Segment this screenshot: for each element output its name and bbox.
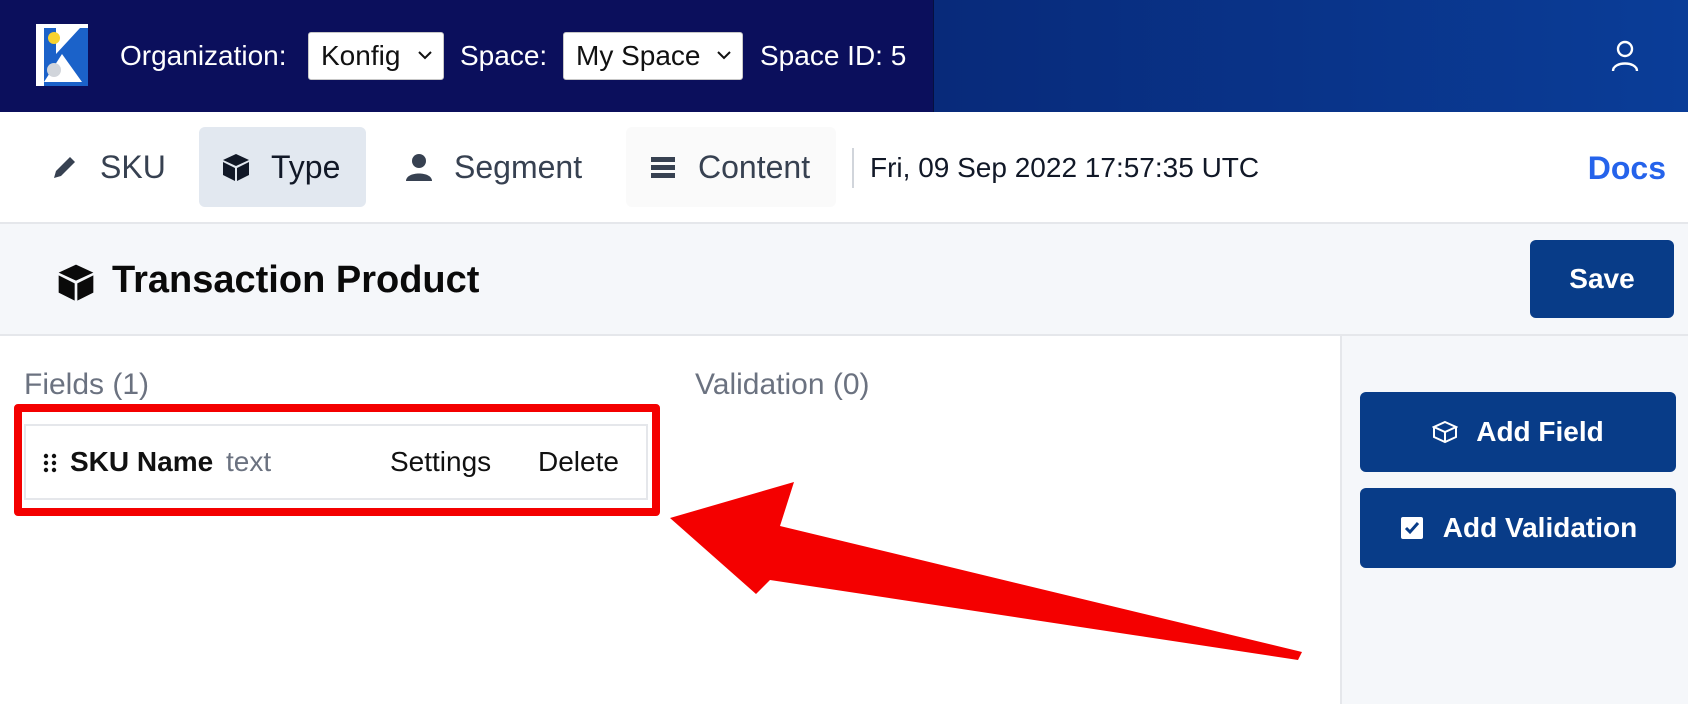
drag-handle-icon[interactable]: [42, 452, 58, 474]
docs-link[interactable]: Docs: [1588, 148, 1666, 188]
field-type: text: [226, 446, 272, 477]
page-header: Transaction Product Save: [0, 224, 1688, 336]
datetime: Fri, 09 Sep 2022 17:57:35 UTC: [870, 152, 1260, 183]
space-select[interactable]: My Space: [563, 32, 743, 80]
field-row: SKU Name text Settings Delete: [24, 424, 648, 500]
list-icon: [651, 157, 675, 178]
tab-type[interactable]: Type: [199, 127, 366, 207]
space-id: Space ID: 5: [760, 40, 907, 71]
chevron-down-icon: [418, 51, 432, 60]
chevron-down-icon: [717, 51, 731, 60]
page-title: Transaction Product: [112, 259, 480, 301]
tab-content-label: Content: [698, 148, 811, 185]
field-settings-link[interactable]: Settings: [390, 444, 491, 480]
add-validation-label: Add Validation: [1442, 512, 1638, 543]
tab-segment-label: Segment: [454, 148, 583, 185]
field-delete-link[interactable]: Delete: [538, 444, 619, 480]
space-label: Space:: [460, 40, 548, 71]
organization-select[interactable]: Konfig: [308, 32, 444, 80]
cube-icon: [223, 154, 249, 181]
add-field-label: Add Field: [1476, 416, 1604, 447]
top-bar-right: [934, 0, 1688, 112]
tab-content[interactable]: Content: [626, 127, 836, 207]
annotation-arrow: [670, 482, 1302, 660]
user-icon[interactable]: [1610, 40, 1640, 72]
nav-divider: [852, 148, 854, 188]
actions-sidebar: Add Field Add Validation: [1340, 336, 1688, 704]
tab-type-label: Type: [271, 148, 341, 185]
pencil-icon: [54, 157, 75, 178]
app-logo[interactable]: [36, 24, 88, 86]
field-name: SKU Name: [70, 446, 214, 477]
tab-sku[interactable]: SKU: [28, 127, 178, 207]
organization-label: Organization:: [120, 40, 287, 71]
checkbox-icon: [1400, 517, 1423, 539]
tab-segment[interactable]: Segment: [382, 127, 604, 207]
top-bar: Organization: Konfig Space: My Space Spa…: [0, 0, 1688, 112]
cube-icon: [58, 264, 94, 301]
fields-heading: Fields (1): [24, 368, 150, 401]
space-value: My Space: [576, 40, 701, 71]
organization-value: Konfig: [321, 40, 401, 71]
add-validation-button[interactable]: Add Validation: [1360, 488, 1676, 568]
box-icon: [1432, 420, 1459, 444]
save-button[interactable]: Save: [1530, 240, 1674, 318]
add-field-button[interactable]: Add Field: [1360, 392, 1676, 472]
validation-heading: Validation (0): [695, 368, 870, 401]
nav-bar: SKU Type Segment Content Fri, 09 Sep 202…: [0, 112, 1688, 224]
person-icon: [406, 154, 432, 181]
tab-sku-label: SKU: [100, 148, 166, 185]
